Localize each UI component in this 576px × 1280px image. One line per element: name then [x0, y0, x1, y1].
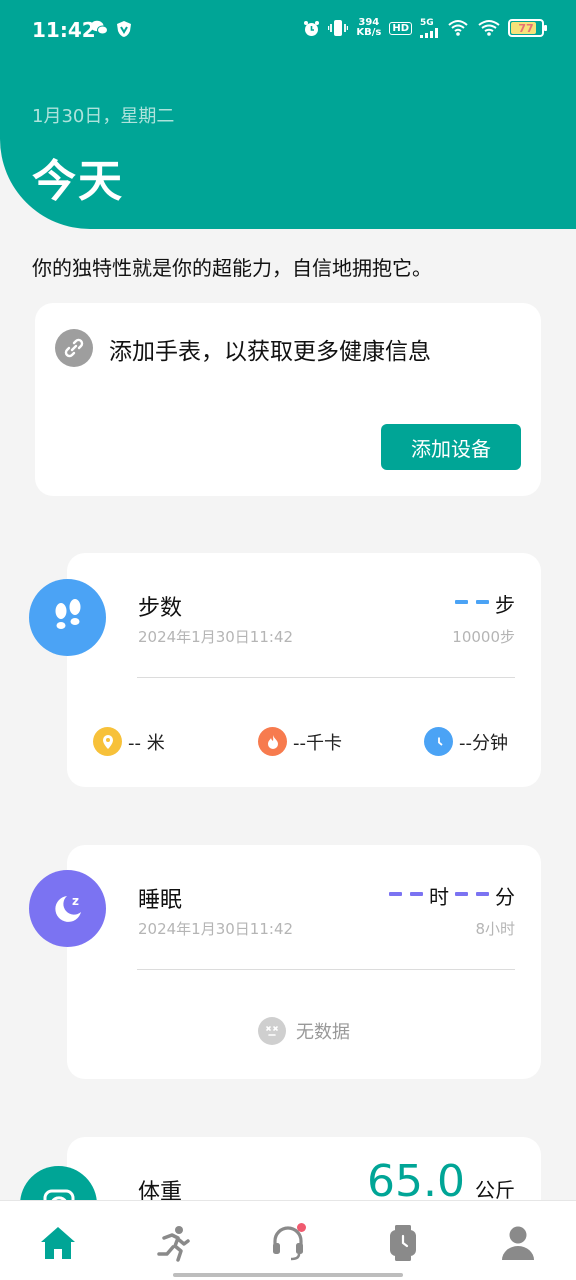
calories-label: --千卡	[293, 732, 342, 754]
dizzy-face-icon	[258, 1017, 286, 1045]
location-icon	[93, 727, 122, 756]
link-icon	[55, 329, 93, 367]
vibrate-icon	[328, 20, 349, 36]
add-device-title: 添加手表，以获取更多健康信息	[109, 339, 431, 365]
sleep-timestamp: 2024年1月30日11:42	[138, 920, 294, 938]
sleep-hours-dash	[410, 892, 423, 896]
sleep-title: 睡眠	[138, 888, 183, 913]
wechat-icon	[90, 20, 108, 35]
duration-label: --分钟	[459, 732, 508, 754]
steps-timestamp: 2024年1月30日11:42	[138, 628, 294, 646]
wifi-plus-icon	[448, 20, 468, 36]
status-time: 11:42	[32, 18, 96, 42]
sleep-card[interactable]: 睡眠 2024年1月30日11:42 时 分 8小时 无数据	[67, 845, 541, 1079]
hd-badge: HD	[389, 21, 412, 35]
sleep-minutes-dash	[455, 892, 468, 896]
battery-level: 77	[518, 21, 534, 35]
page-title: 今天	[32, 156, 124, 207]
sleep-minutes-dash	[476, 892, 489, 896]
running-icon	[157, 1226, 190, 1262]
status-right: 394 KB/s HD 5G 77	[303, 17, 547, 38]
steps-value: 步	[453, 589, 515, 618]
calories-stat: --千卡	[258, 727, 342, 756]
weight-unit: 公斤	[475, 1178, 515, 1202]
header-date: 1月30日，星期二	[32, 106, 175, 127]
no-data: 无数据	[67, 1017, 541, 1045]
distance-label: -- 米	[128, 732, 165, 754]
motto-text: 你的独特性就是你的超能力，自信地拥抱它。	[32, 256, 432, 280]
nav-home[interactable]	[36, 1221, 80, 1265]
alarm-icon	[304, 20, 320, 36]
steps-title: 步数	[138, 596, 183, 621]
nav-profile[interactable]	[496, 1221, 540, 1265]
distance-stat: -- 米	[93, 727, 165, 756]
nav-exercise[interactable]	[151, 1221, 195, 1265]
steps-unit: 步	[495, 593, 515, 617]
divider	[137, 969, 515, 970]
svg-text:z: z	[72, 894, 79, 908]
battery-indicator: 77	[508, 19, 547, 37]
steps-card[interactable]: 步数 2024年1月30日11:42 步 10000步 -- 米 --千卡 --…	[67, 553, 541, 787]
home-indicator[interactable]	[173, 1273, 403, 1277]
divider	[137, 677, 515, 678]
no-data-label: 无数据	[296, 1022, 350, 1043]
moon-icon: z	[29, 870, 106, 947]
nav-device[interactable]	[381, 1221, 425, 1265]
sleep-hours-dash	[389, 892, 402, 896]
sleep-goal: 8小时	[475, 920, 515, 938]
wifi-icon	[478, 20, 500, 36]
flame-icon	[258, 727, 287, 756]
steps-value-dash	[455, 600, 468, 604]
duration-stat: --分钟	[424, 727, 508, 756]
status-bar: 11:42 394 KB/s HD 5G 77	[0, 0, 576, 60]
cell-signal: 5G	[420, 17, 440, 38]
watch-icon	[390, 1225, 416, 1261]
add-device-button[interactable]: 添加设备	[381, 424, 521, 470]
sleep-value: 时 分	[387, 881, 515, 910]
cell-signal-label: 5G	[420, 17, 434, 28]
cell-signal-icon	[420, 27, 438, 38]
steps-value-dash	[476, 600, 489, 604]
steps-goal: 10000步	[452, 628, 515, 646]
profile-icon	[502, 1226, 534, 1260]
add-device-card: 添加手表，以获取更多健康信息 添加设备	[35, 303, 541, 496]
bottom-navigation	[0, 1200, 576, 1280]
notification-badge	[297, 1223, 306, 1232]
clock-icon	[424, 727, 453, 756]
sleep-minute-unit: 分	[495, 885, 515, 909]
network-speed: 394 KB/s	[356, 18, 381, 38]
sleep-hour-unit: 时	[429, 885, 449, 909]
net-speed-unit: KB/s	[356, 27, 382, 38]
footprints-icon	[29, 579, 106, 656]
notification-icons	[90, 20, 132, 38]
nav-service[interactable]	[266, 1221, 310, 1265]
vpn-shield-icon	[117, 21, 131, 37]
home-icon	[41, 1227, 75, 1259]
